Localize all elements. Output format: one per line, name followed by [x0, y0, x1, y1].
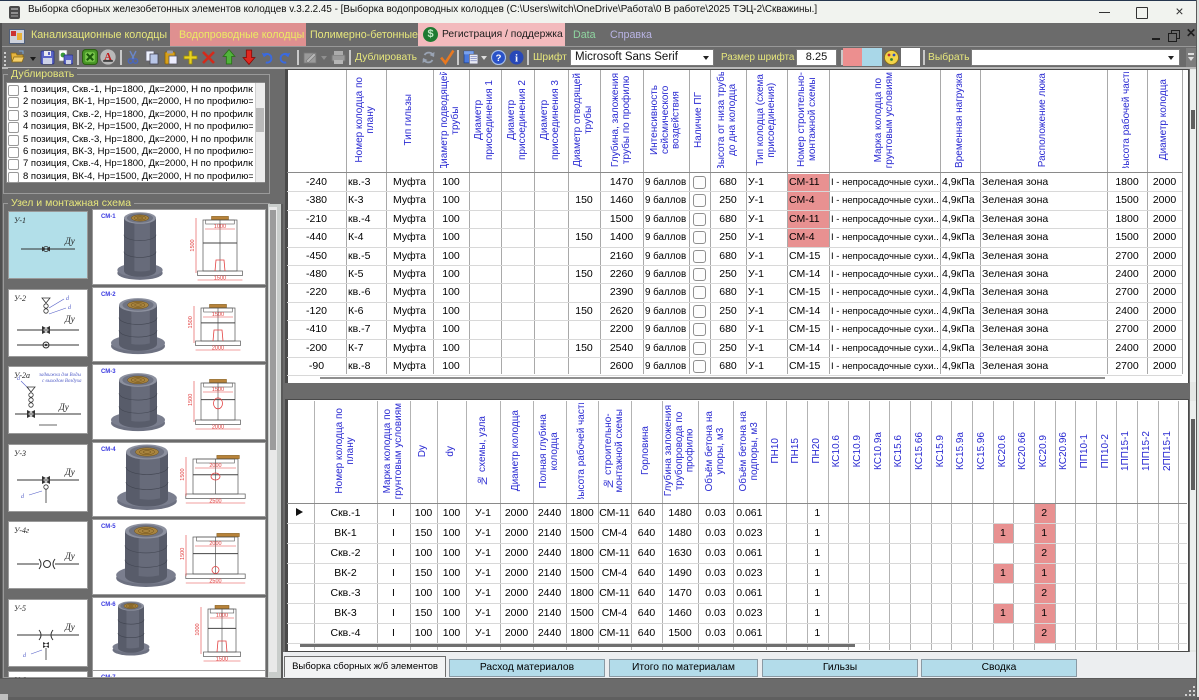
svg-text:Ду: Ду	[64, 314, 75, 324]
svg-text:2500: 2500	[209, 498, 221, 504]
svg-text:Ду: Ду	[58, 402, 69, 412]
svg-text:1500: 1500	[212, 387, 224, 393]
svg-text:2500: 2500	[209, 579, 221, 585]
svg-text:1500: 1500	[188, 316, 194, 328]
svg-text:d: d	[21, 494, 25, 500]
svg-text:с выходом Воздуха: с выходом Воздуха	[42, 379, 82, 384]
svg-text:?: ?	[496, 53, 502, 64]
svg-text:Ду: Ду	[64, 622, 75, 632]
svg-text:1500: 1500	[180, 468, 186, 480]
svg-text:2000: 2000	[209, 463, 221, 469]
svg-text:2000: 2000	[212, 345, 224, 351]
svg-text:задвижка для Воды: задвижка для Воды	[38, 373, 82, 378]
svg-text:1500: 1500	[214, 276, 226, 282]
svg-text:d: d	[68, 305, 72, 311]
svg-text:2000: 2000	[212, 425, 224, 431]
svg-text:2000: 2000	[209, 541, 221, 547]
svg-text:1500: 1500	[180, 548, 186, 560]
svg-text:Ду: Ду	[64, 236, 75, 246]
svg-text:d: d	[17, 376, 21, 382]
svg-text:Ду: Ду	[64, 467, 75, 477]
svg-text:1000: 1000	[214, 224, 226, 230]
svg-text:1000: 1000	[195, 623, 201, 635]
svg-text:1500: 1500	[188, 394, 194, 406]
svg-text:d: d	[23, 653, 27, 659]
svg-text:Ду: Ду	[64, 551, 75, 561]
svg-text:1500: 1500	[216, 656, 228, 662]
svg-text:1500: 1500	[190, 239, 196, 251]
svg-text:i: i	[515, 53, 518, 65]
svg-text:1500: 1500	[212, 312, 224, 318]
svg-text:1000: 1000	[216, 613, 228, 619]
svg-text:d: d	[66, 296, 70, 302]
